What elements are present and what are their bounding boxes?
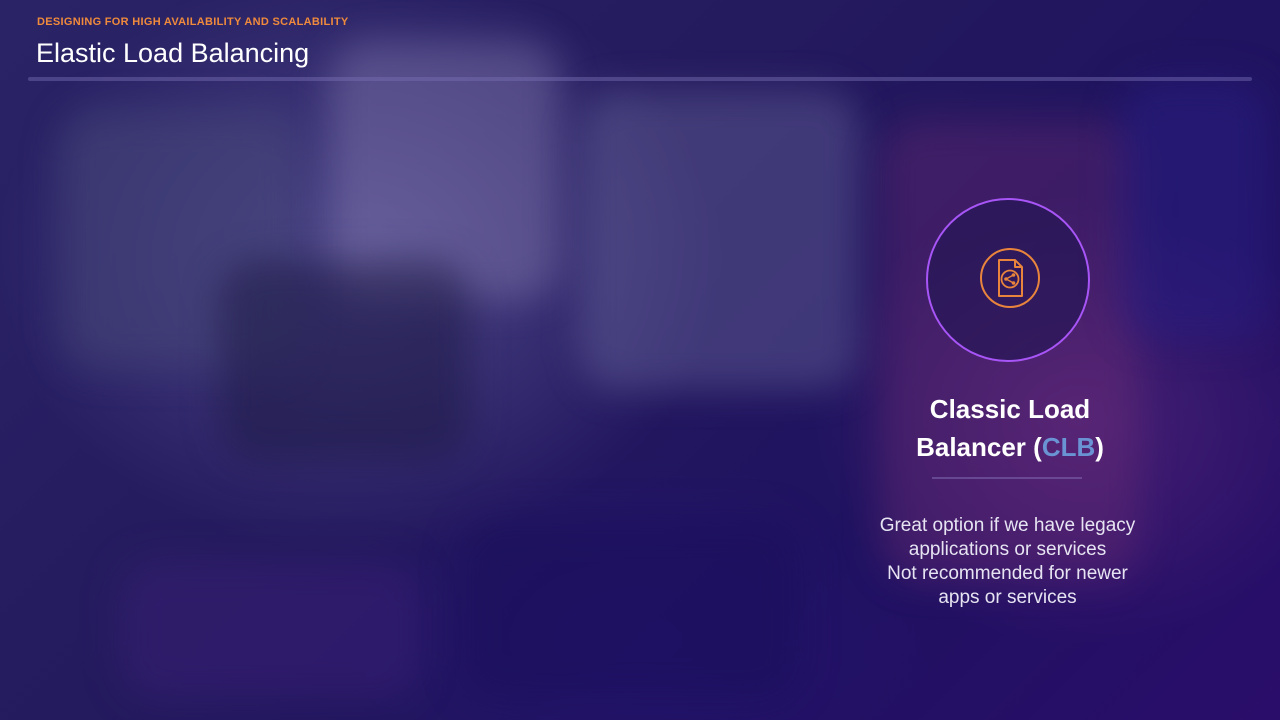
section-eyebrow: DESIGNING FOR HIGH AVAILABILITY AND SCAL… (37, 16, 349, 28)
card-description: Great option if we have legacy applicati… (840, 514, 1175, 610)
background-shape (1120, 80, 1270, 340)
background-shape (580, 90, 860, 390)
background-shape (120, 560, 420, 700)
load-balancer-icon (980, 248, 1040, 308)
page-title: Elastic Load Balancing (36, 38, 310, 68)
header-divider (28, 77, 1252, 81)
description-line: applications or services (908, 539, 1107, 560)
description-line: apps or services (938, 587, 1077, 608)
description-line: Not recommended for newer (887, 563, 1128, 584)
card-title-suffix: ) (1095, 432, 1104, 462)
card-title-line1: Classic Load (929, 394, 1091, 424)
card-title-line2: Balancer (CLB) (880, 428, 1140, 466)
card-divider (932, 477, 1082, 479)
description-line: Great option if we have legacy (879, 515, 1136, 536)
background-shape (220, 260, 470, 460)
card-title: Classic Load Balancer (CLB) (880, 390, 1140, 466)
card-title-prefix: Balancer ( (916, 432, 1042, 462)
card-title-abbreviation: CLB (1041, 432, 1096, 462)
background-shape (460, 520, 800, 700)
blurred-background (0, 0, 1280, 720)
